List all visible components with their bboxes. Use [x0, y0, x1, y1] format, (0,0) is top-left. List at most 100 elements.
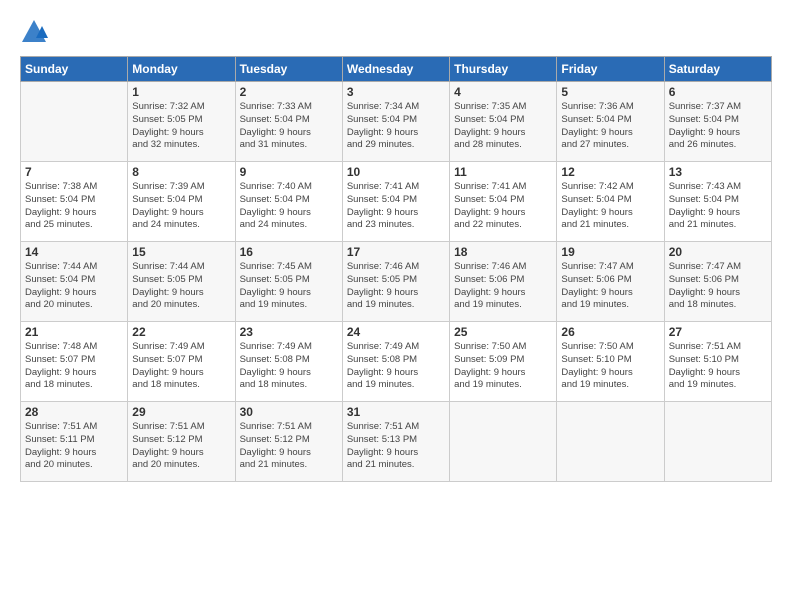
calendar-cell: 8 Sunrise: 7:39 AM Sunset: 5:04 PM Daylig… — [128, 162, 235, 242]
day-info: Sunrise: 7:42 AM Sunset: 5:04 PM Dayligh… — [561, 181, 659, 232]
day-info: Sunrise: 7:46 AM Sunset: 5:06 PM Dayligh… — [454, 261, 552, 312]
day-info: Sunrise: 7:40 AM Sunset: 5:04 PM Dayligh… — [240, 181, 338, 232]
day-number: 3 — [347, 85, 445, 99]
day-info: Sunrise: 7:49 AM Sunset: 5:08 PM Dayligh… — [240, 341, 338, 392]
calendar-cell: 10 Sunrise: 7:41 AM Sunset: 5:04 PM Dayli… — [342, 162, 449, 242]
col-header-monday: Monday — [128, 57, 235, 82]
day-info: Sunrise: 7:49 AM Sunset: 5:07 PM Dayligh… — [132, 341, 230, 392]
day-info: Sunrise: 7:38 AM Sunset: 5:04 PM Dayligh… — [25, 181, 123, 232]
week-row-1: 1Sunrise: 7:32 AM Sunset: 5:05 PM Daylig… — [21, 82, 772, 162]
day-info: Sunrise: 7:35 AM Sunset: 5:04 PM Dayligh… — [454, 101, 552, 152]
day-number: 17 — [347, 245, 445, 259]
day-info: Sunrise: 7:44 AM Sunset: 5:04 PM Dayligh… — [25, 261, 123, 312]
calendar-cell: 1Sunrise: 7:32 AM Sunset: 5:05 PM Daylig… — [128, 82, 235, 162]
week-row-5: 28 Sunrise: 7:51 AM Sunset: 5:11 PM Dayli… — [21, 402, 772, 482]
day-info: Sunrise: 7:32 AM Sunset: 5:05 PM Dayligh… — [132, 101, 230, 152]
day-number: 20 — [669, 245, 767, 259]
calendar-cell: 19 Sunrise: 7:47 AM Sunset: 5:06 PM Dayli… — [557, 242, 664, 322]
calendar-cell: 26 Sunrise: 7:50 AM Sunset: 5:10 PM Dayli… — [557, 322, 664, 402]
calendar-cell: 29 Sunrise: 7:51 AM Sunset: 5:12 PM Dayli… — [128, 402, 235, 482]
day-info: Sunrise: 7:37 AM Sunset: 5:04 PM Dayligh… — [669, 101, 767, 152]
calendar-cell: 6 Sunrise: 7:37 AM Sunset: 5:04 PM Daylig… — [664, 82, 771, 162]
day-info: Sunrise: 7:48 AM Sunset: 5:07 PM Dayligh… — [25, 341, 123, 392]
calendar-cell — [450, 402, 557, 482]
day-number: 6 — [669, 85, 767, 99]
day-number: 11 — [454, 165, 552, 179]
day-info: Sunrise: 7:50 AM Sunset: 5:10 PM Dayligh… — [561, 341, 659, 392]
col-header-wednesday: Wednesday — [342, 57, 449, 82]
day-info: Sunrise: 7:49 AM Sunset: 5:08 PM Dayligh… — [347, 341, 445, 392]
day-info: Sunrise: 7:51 AM Sunset: 5:13 PM Dayligh… — [347, 421, 445, 472]
day-info: Sunrise: 7:41 AM Sunset: 5:04 PM Dayligh… — [347, 181, 445, 232]
calendar-cell: 15Sunrise: 7:44 AM Sunset: 5:05 PM Dayli… — [128, 242, 235, 322]
col-header-friday: Friday — [557, 57, 664, 82]
header-row: SundayMondayTuesdayWednesdayThursdayFrid… — [21, 57, 772, 82]
day-number: 5 — [561, 85, 659, 99]
calendar-cell: 22Sunrise: 7:49 AM Sunset: 5:07 PM Dayli… — [128, 322, 235, 402]
day-number: 27 — [669, 325, 767, 339]
calendar-cell: 18 Sunrise: 7:46 AM Sunset: 5:06 PM Dayli… — [450, 242, 557, 322]
calendar-cell: 14Sunrise: 7:44 AM Sunset: 5:04 PM Dayli… — [21, 242, 128, 322]
col-header-saturday: Saturday — [664, 57, 771, 82]
day-number: 30 — [240, 405, 338, 419]
day-info: Sunrise: 7:50 AM Sunset: 5:09 PM Dayligh… — [454, 341, 552, 392]
day-info: Sunrise: 7:41 AM Sunset: 5:04 PM Dayligh… — [454, 181, 552, 232]
calendar-cell: 25Sunrise: 7:50 AM Sunset: 5:09 PM Dayli… — [450, 322, 557, 402]
calendar-cell: 27 Sunrise: 7:51 AM Sunset: 5:10 PM Dayli… — [664, 322, 771, 402]
calendar-cell: 4 Sunrise: 7:35 AM Sunset: 5:04 PM Daylig… — [450, 82, 557, 162]
day-number: 12 — [561, 165, 659, 179]
day-info: Sunrise: 7:47 AM Sunset: 5:06 PM Dayligh… — [561, 261, 659, 312]
calendar-cell: 3 Sunrise: 7:34 AM Sunset: 5:04 PM Daylig… — [342, 82, 449, 162]
week-row-3: 14Sunrise: 7:44 AM Sunset: 5:04 PM Dayli… — [21, 242, 772, 322]
day-info: Sunrise: 7:51 AM Sunset: 5:10 PM Dayligh… — [669, 341, 767, 392]
day-info: Sunrise: 7:51 AM Sunset: 5:11 PM Dayligh… — [25, 421, 123, 472]
calendar-cell: 9Sunrise: 7:40 AM Sunset: 5:04 PM Daylig… — [235, 162, 342, 242]
day-number: 29 — [132, 405, 230, 419]
calendar-table: SundayMondayTuesdayWednesdayThursdayFrid… — [20, 56, 772, 482]
week-row-4: 21Sunrise: 7:48 AM Sunset: 5:07 PM Dayli… — [21, 322, 772, 402]
calendar-cell: 12 Sunrise: 7:42 AM Sunset: 5:04 PM Dayli… — [557, 162, 664, 242]
day-number: 19 — [561, 245, 659, 259]
calendar-cell: 7 Sunrise: 7:38 AM Sunset: 5:04 PM Daylig… — [21, 162, 128, 242]
day-info: Sunrise: 7:44 AM Sunset: 5:05 PM Dayligh… — [132, 261, 230, 312]
day-number: 7 — [25, 165, 123, 179]
day-info: Sunrise: 7:45 AM Sunset: 5:05 PM Dayligh… — [240, 261, 338, 312]
day-info: Sunrise: 7:33 AM Sunset: 5:04 PM Dayligh… — [240, 101, 338, 152]
calendar-cell: 31 Sunrise: 7:51 AM Sunset: 5:13 PM Dayli… — [342, 402, 449, 482]
day-info: Sunrise: 7:36 AM Sunset: 5:04 PM Dayligh… — [561, 101, 659, 152]
page: SundayMondayTuesdayWednesdayThursdayFrid… — [0, 0, 792, 612]
header — [20, 18, 772, 46]
calendar-cell: 5 Sunrise: 7:36 AM Sunset: 5:04 PM Daylig… — [557, 82, 664, 162]
day-number: 31 — [347, 405, 445, 419]
calendar-cell — [21, 82, 128, 162]
calendar-cell: 13Sunrise: 7:43 AM Sunset: 5:04 PM Dayli… — [664, 162, 771, 242]
calendar-cell: 28 Sunrise: 7:51 AM Sunset: 5:11 PM Dayli… — [21, 402, 128, 482]
calendar-cell: 17 Sunrise: 7:46 AM Sunset: 5:05 PM Dayli… — [342, 242, 449, 322]
day-number: 10 — [347, 165, 445, 179]
day-info: Sunrise: 7:46 AM Sunset: 5:05 PM Dayligh… — [347, 261, 445, 312]
day-number: 18 — [454, 245, 552, 259]
calendar-cell — [664, 402, 771, 482]
day-number: 26 — [561, 325, 659, 339]
calendar-cell: 30 Sunrise: 7:51 AM Sunset: 5:12 PM Dayli… — [235, 402, 342, 482]
logo-icon — [20, 18, 48, 46]
logo — [20, 18, 52, 46]
calendar-cell: 24Sunrise: 7:49 AM Sunset: 5:08 PM Dayli… — [342, 322, 449, 402]
day-number: 13 — [669, 165, 767, 179]
calendar-cell: 11 Sunrise: 7:41 AM Sunset: 5:04 PM Dayli… — [450, 162, 557, 242]
day-number: 23 — [240, 325, 338, 339]
calendar-cell: 16Sunrise: 7:45 AM Sunset: 5:05 PM Dayli… — [235, 242, 342, 322]
day-number: 4 — [454, 85, 552, 99]
day-info: Sunrise: 7:34 AM Sunset: 5:04 PM Dayligh… — [347, 101, 445, 152]
day-info: Sunrise: 7:51 AM Sunset: 5:12 PM Dayligh… — [132, 421, 230, 472]
col-header-sunday: Sunday — [21, 57, 128, 82]
calendar-cell: 23 Sunrise: 7:49 AM Sunset: 5:08 PM Dayli… — [235, 322, 342, 402]
day-info: Sunrise: 7:51 AM Sunset: 5:12 PM Dayligh… — [240, 421, 338, 472]
week-row-2: 7 Sunrise: 7:38 AM Sunset: 5:04 PM Daylig… — [21, 162, 772, 242]
day-number: 28 — [25, 405, 123, 419]
calendar-cell: 20Sunrise: 7:47 AM Sunset: 5:06 PM Dayli… — [664, 242, 771, 322]
calendar-cell: 21Sunrise: 7:48 AM Sunset: 5:07 PM Dayli… — [21, 322, 128, 402]
day-info: Sunrise: 7:39 AM Sunset: 5:04 PM Dayligh… — [132, 181, 230, 232]
day-number: 8 — [132, 165, 230, 179]
day-number: 2 — [240, 85, 338, 99]
